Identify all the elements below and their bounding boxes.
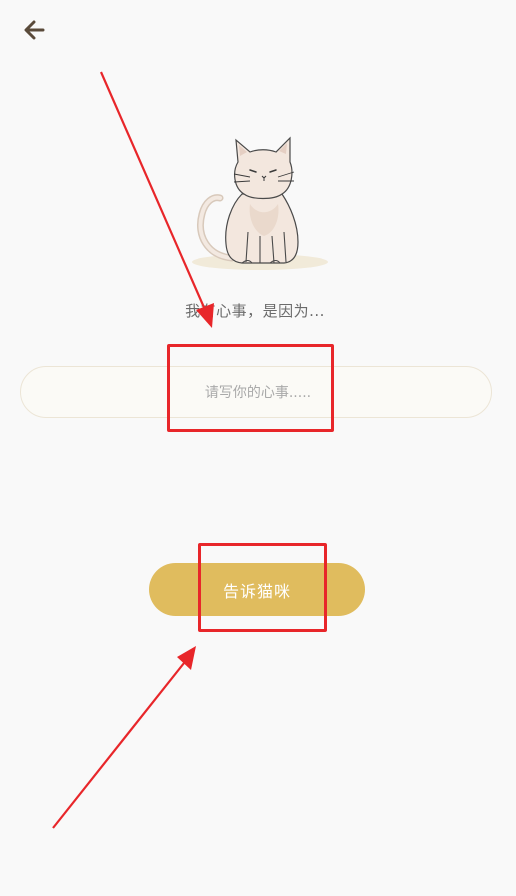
back-button[interactable] xyxy=(16,14,52,46)
tell-cat-button[interactable]: 告诉猫咪 xyxy=(149,563,365,616)
annotation-arrow-bottom xyxy=(52,657,189,829)
worry-input-container[interactable] xyxy=(20,366,495,419)
arrow-left-icon xyxy=(24,20,45,40)
screen: 我有心事，是因为... 告诉猫咪 xyxy=(0,0,516,896)
sitting-cat-icon xyxy=(192,136,328,270)
prompt-text: 我有心事，是因为... xyxy=(185,302,325,320)
annotation-arrowhead-bottom xyxy=(177,646,196,670)
worry-input[interactable] xyxy=(21,367,495,419)
